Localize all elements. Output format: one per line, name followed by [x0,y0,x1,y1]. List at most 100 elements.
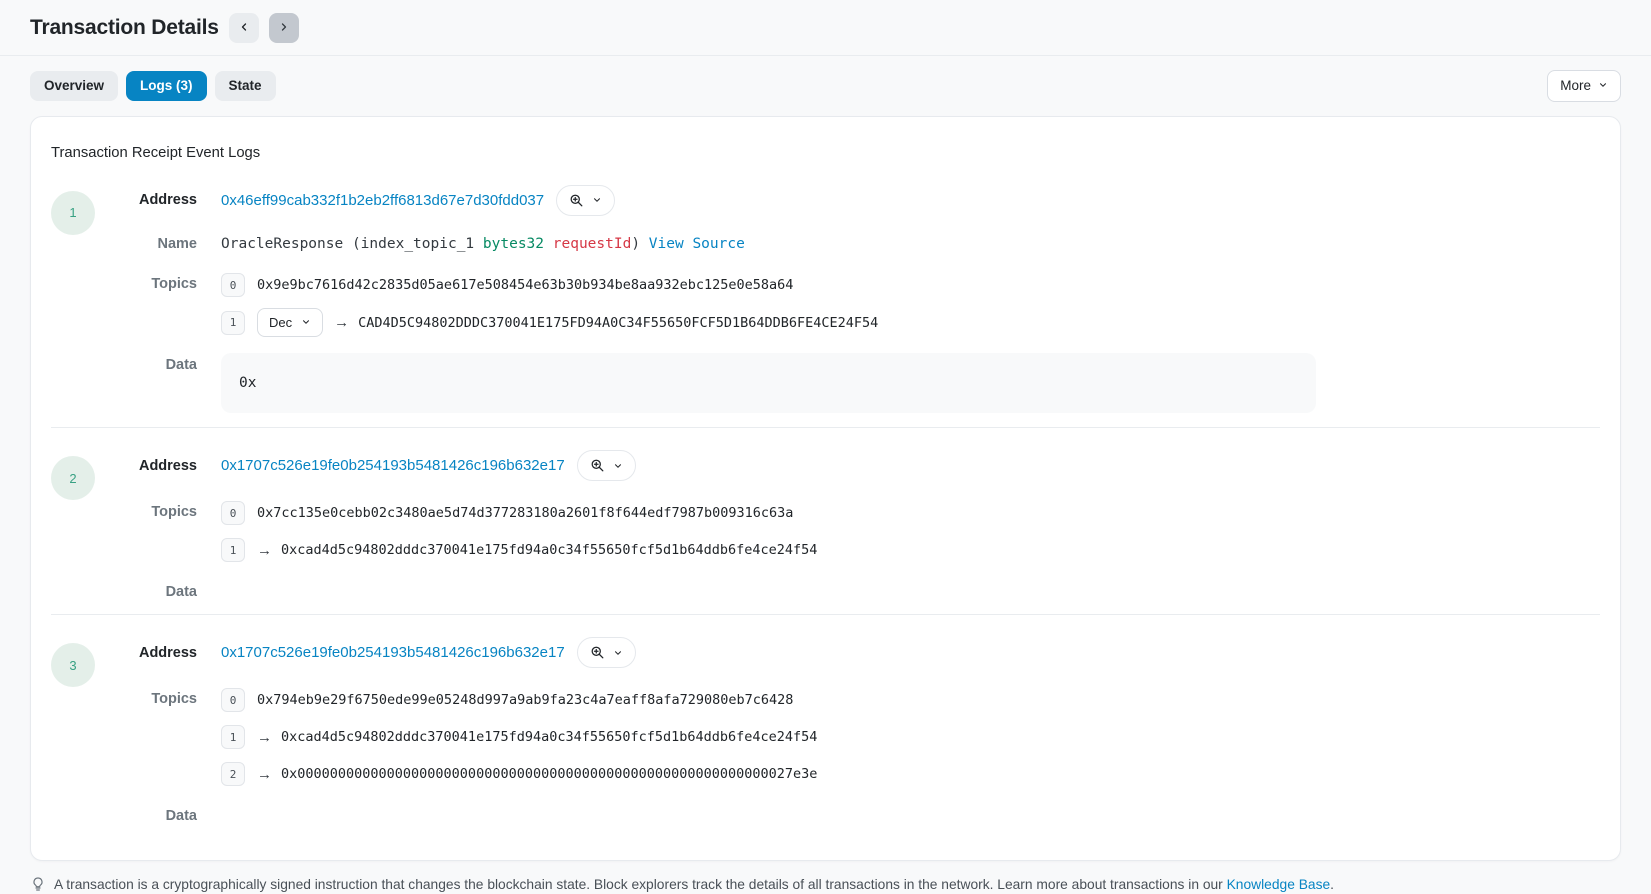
topic-value: 0x7cc135e0cebb02c3480ae5d74d377283180a26… [257,505,793,521]
log-divider [51,427,1600,428]
data-label: Data [95,353,197,373]
topic-value: 0x00000000000000000000000000000000000000… [281,766,817,782]
chevron-down-icon [613,461,623,471]
topics-row: Topics 0 0x9e9bc7616d42c2835d05ae617e50845… [95,271,1600,337]
event-signature-part: requestId [553,236,632,252]
topics-list: 0 0x9e9bc7616d42c2835d05ae617e508454e63b3… [221,271,1600,337]
tab-logs-3[interactable]: Logs (3) [126,71,207,101]
address-row: Address 0x1707c526e19fe0b254193b5481426c1… [95,637,1600,668]
arrow-right-icon: → [334,315,349,330]
address-inspect-dropdown[interactable] [577,450,636,481]
topics-label: Topics [95,271,197,292]
more-button-label: More [1560,79,1591,93]
address-value: 0x1707c526e19fe0b254193b5481426c196b632e… [221,637,1600,668]
address-row: Address 0x1707c526e19fe0b254193b5481426c1… [95,450,1600,481]
footer-text-body: A transaction is a cryptographically sig… [54,877,1227,892]
address-value: 0x1707c526e19fe0b254193b5481426c196b632e… [221,450,1600,481]
log-content: Address 0x46eff99cab332f1b2eb2ff6813d67e7… [95,185,1600,420]
lightbulb-icon [30,876,46,892]
data-row: Data [95,580,1600,600]
tab-overview[interactable]: Overview [30,71,118,101]
log-address-link[interactable]: 0x1707c526e19fe0b254193b5481426c196b632e… [221,644,565,661]
chevron-left-icon [238,21,250,36]
chevron-right-icon [278,21,290,36]
address-label: Address [95,192,197,208]
knowledge-base-link[interactable]: Knowledge Base [1227,877,1331,892]
chevron-down-icon [592,195,602,205]
chevron-down-icon [301,315,311,330]
magnifier-plus-icon [569,193,584,208]
topic-value: CAD4D5C94802DDDC370041E175FD94A0C34F5565… [358,315,878,331]
topic-value: 0x9e9bc7616d42c2835d05ae617e508454e63b30… [257,277,793,293]
topic-index-badge: 1 [221,725,245,749]
topics-label: Topics [95,686,197,707]
topics-row: Topics 00x794eb9e29f6750ede99e05248d997a9… [95,686,1600,788]
topic-value: 0xcad4d5c94802dddc370041e175fd94a0c34f55… [281,729,817,745]
topic-line: 2→0x000000000000000000000000000000000000… [221,760,1600,788]
event-logs-card: Transaction Receipt Event Logs 1Address0… [30,116,1621,862]
topic-value: 0xcad4d5c94802dddc370041e175fd94a0c34f55… [281,542,817,558]
next-transaction-button[interactable] [269,13,299,43]
page-header: Transaction Details [0,0,1651,55]
data-label: Data [95,804,197,824]
log-index-badge: 3 [51,643,95,687]
card-title: Transaction Receipt Event Logs [51,145,1600,161]
topic-line: 0 0x9e9bc7616d42c2835d05ae617e508454e63b3… [221,271,1600,299]
event-signature-part: ) [631,236,648,252]
topic-line: 1 → 0xcad4d5c94802dddc370041e175fd94a0c34f… [221,536,1600,564]
chevron-down-icon [613,648,623,658]
topics-row: Topics00x7cc135e0cebb02c3480ae5d74d37728… [95,499,1600,564]
log-address-link[interactable]: 0x46eff99cab332f1b2eb2ff6813d67e7d30fdd0… [221,192,544,209]
data-box: 0x [221,353,1316,413]
log-entry: 2Address 0x1707c526e19fe0b254193b5481426c… [51,450,1600,606]
arrow-right-icon: → [257,543,272,558]
topic-decoder-dropdown[interactable]: Dec [257,308,323,337]
page-title: Transaction Details [30,16,219,40]
chevron-down-icon [1598,79,1608,93]
footer-note: A transaction is a cryptographically sig… [30,876,1621,892]
address-label: Address [95,645,197,661]
log-index-badge: 2 [51,456,95,500]
topic-line: 0 0x7cc135e0cebb02c3480ae5d74d377283180a2… [221,499,1600,527]
event-signature-part: bytes32 [483,236,544,252]
address-inspect-dropdown[interactable] [577,637,636,668]
log-badge-column: 1 [51,185,95,420]
address-inspect-dropdown[interactable] [556,185,615,216]
topic-index-badge: 0 [221,273,245,297]
more-button[interactable]: More [1547,70,1621,102]
previous-transaction-button[interactable] [229,13,259,43]
topic-index-badge: 2 [221,762,245,786]
topic-index-badge: 1 [221,538,245,562]
topic-line: 1Dec→CAD4D5C94802DDDC370041E175FD94A0C34… [221,308,1600,337]
data-row: Data [95,804,1600,824]
log-index-badge: 1 [51,191,95,235]
address-label: Address [95,458,197,474]
log-entry: 1Address 0x46eff99cab332f1b2eb2ff6813d67e… [51,185,1600,420]
log-divider [51,614,1600,615]
tab-state[interactable]: State [215,71,276,101]
topics-list: 0 0x7cc135e0cebb02c3480ae5d74d377283180a2… [221,499,1600,564]
magnifier-plus-icon [590,458,605,473]
name-label: Name [95,234,197,252]
event-logs-list: 1Address0x46eff99cab332f1b2eb2ff6813d67e… [51,185,1600,831]
event-signature-part [544,236,553,252]
log-content: Address 0x1707c526e19fe0b254193b5481426c1… [95,450,1600,606]
footer-text: A transaction is a cryptographically sig… [54,877,1334,892]
view-source-link[interactable]: View Source [649,236,745,252]
topic-index-badge: 0 [221,688,245,712]
decoder-selected-value: Dec [269,315,292,330]
log-address-link[interactable]: 0x1707c526e19fe0b254193b5481426c196b632e… [221,457,565,474]
log-badge-column: 2 [51,450,95,606]
topic-line: 00x794eb9e29f6750ede99e05248d997a9ab9fa2… [221,686,1600,714]
event-signature-part: OracleResponse (index_topic_1 [221,236,483,252]
log-badge-column: 3 [51,637,95,830]
log-entry: 3Address 0x1707c526e19fe0b254193b5481426c… [51,637,1600,830]
name-row: Name OracleResponse (index_topic_1 bytes3… [95,234,1600,256]
data-label: Data [95,580,197,600]
topics-list: 00x794eb9e29f6750ede99e05248d997a9ab9fa2… [221,686,1600,788]
topic-index-badge: 0 [221,501,245,525]
name-value: OracleResponse (index_topic_1 bytes32 re… [221,234,1600,256]
address-row: Address 0x46eff99cab332f1b2eb2ff6813d67e7… [95,185,1600,216]
data-row: Data 0x [95,353,1600,413]
tabs: Overview Logs (3) State [30,71,276,101]
